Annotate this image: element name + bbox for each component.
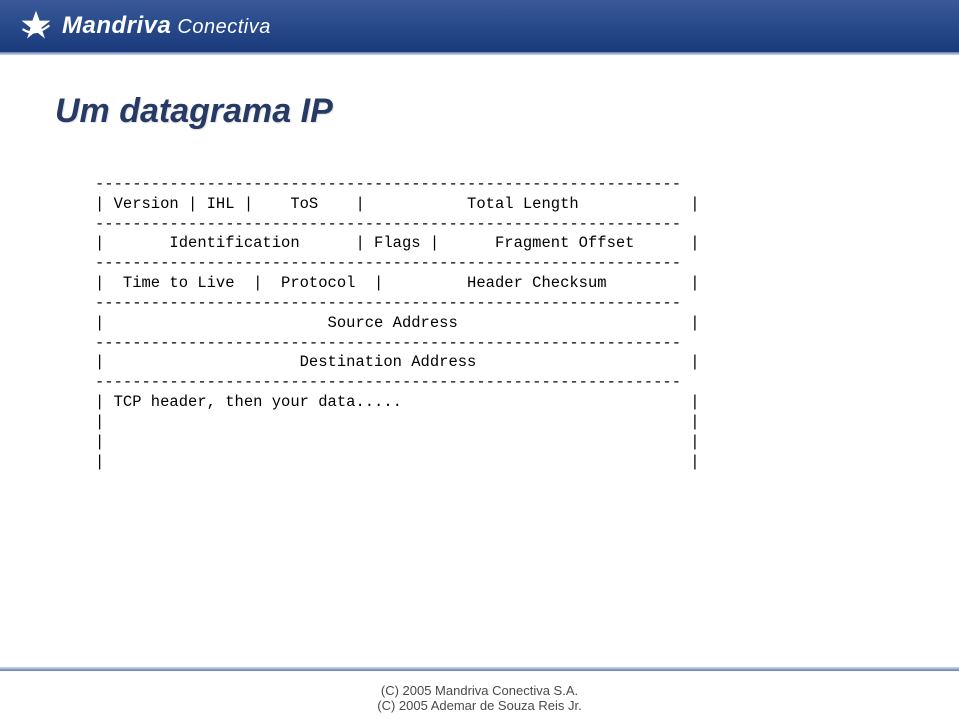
diagram-row5: | Destination Address | — [95, 353, 700, 371]
diagram-sep: ----------------------------------------… — [95, 334, 681, 352]
star-icon — [18, 8, 54, 44]
diagram-empty: | | — [95, 413, 700, 431]
diagram-sep: ----------------------------------------… — [95, 254, 681, 272]
diagram-row6: | TCP header, then your data..... | — [95, 393, 700, 411]
slide-title: Um datagrama IP — [55, 92, 904, 131]
header-bar: Mandriva Conectiva — [0, 0, 959, 52]
diagram-sep: ----------------------------------------… — [95, 215, 681, 233]
diagram-sep: ----------------------------------------… — [95, 175, 681, 193]
diagram-empty: | | — [95, 453, 700, 471]
diagram-row1: | Version | IHL | ToS | Total Length | — [95, 195, 700, 213]
footer-rule — [0, 667, 959, 671]
diagram-sep: ----------------------------------------… — [95, 294, 681, 312]
footer: (C) 2005 Mandriva Conectiva S.A. (C) 200… — [0, 675, 959, 719]
diagram-empty: | | — [95, 433, 700, 451]
brand-text: Mandriva Conectiva — [62, 12, 271, 40]
header-underline — [0, 52, 959, 55]
ip-datagram-diagram: ----------------------------------------… — [95, 175, 904, 472]
copyright-line-2: (C) 2005 Ademar de Souza Reis Jr. — [0, 698, 959, 713]
brand-main: Mandriva — [62, 12, 171, 40]
diagram-row3: | Time to Live | Protocol | Header Check… — [95, 274, 700, 292]
brand-sub: Conectiva — [177, 16, 270, 39]
diagram-sep: ----------------------------------------… — [95, 373, 681, 391]
slide-content: Um datagrama IP ------------------------… — [0, 52, 959, 472]
diagram-row2: | Identification | Flags | Fragment Offs… — [95, 234, 700, 252]
diagram-row4: | Source Address | — [95, 314, 700, 332]
copyright-line-1: (C) 2005 Mandriva Conectiva S.A. — [0, 683, 959, 698]
